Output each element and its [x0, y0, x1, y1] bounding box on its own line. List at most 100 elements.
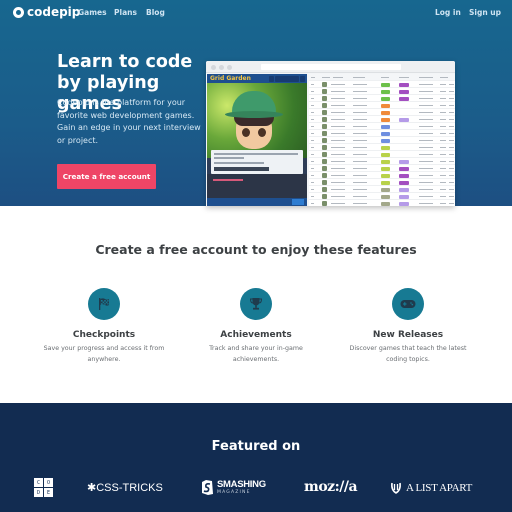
table-cell — [440, 188, 446, 190]
table-cell — [440, 125, 446, 127]
codepip-logo-icon — [13, 6, 24, 18]
sprite-icon — [322, 166, 327, 171]
nav-link-blog[interactable]: Blog — [146, 8, 165, 17]
table-cell — [331, 111, 345, 113]
feature-achievements: Achievements Track and share your in-gam… — [186, 288, 326, 365]
table-cell — [353, 195, 367, 197]
table-cell — [419, 132, 433, 134]
type-badge — [399, 187, 409, 192]
table-cell — [353, 139, 367, 141]
header-cell — [333, 76, 343, 78]
featured-on-title: Featured on — [211, 439, 301, 454]
mozilla-logo[interactable]: moz://a — [304, 479, 358, 495]
feature-description: Discover games that teach the latest cod… — [349, 345, 467, 363]
type-badge — [399, 201, 409, 206]
nav-link-games[interactable]: Games — [78, 8, 107, 17]
sprite-icon — [322, 138, 327, 143]
smashing-sub-text: MAGAZINE — [217, 489, 251, 495]
type-badge — [399, 194, 409, 199]
table-cell — [419, 118, 433, 120]
code-letter: O — [44, 478, 53, 487]
table-row — [309, 186, 455, 193]
checkered-flag-icon — [88, 288, 120, 320]
type-badge — [381, 96, 390, 101]
type-badge — [399, 166, 409, 171]
login-link[interactable]: Log in — [435, 8, 461, 17]
table-cell — [440, 104, 446, 106]
table-cell — [449, 118, 454, 120]
signup-link[interactable]: Sign up — [469, 8, 501, 17]
table-cell — [440, 160, 446, 162]
sprite-icon — [322, 194, 327, 199]
table-cell — [419, 83, 433, 85]
game-footer — [207, 198, 307, 206]
type-badge — [381, 138, 390, 143]
sprite-icon — [322, 82, 327, 87]
brand-name: codepip — [27, 5, 81, 19]
table-cell — [419, 202, 433, 204]
type-badge — [399, 96, 409, 101]
type-badge — [381, 180, 390, 185]
a-list-apart-logo[interactable]: A LIST APART — [390, 481, 472, 494]
table-cell — [353, 174, 367, 176]
table-cell — [311, 97, 314, 99]
table-cell — [419, 139, 433, 141]
sprite-icon — [322, 152, 327, 157]
game-character-scene — [207, 83, 307, 158]
table-cell — [353, 118, 367, 120]
table-cell — [419, 97, 433, 99]
sprite-icon — [322, 180, 327, 185]
code-letter: C — [34, 478, 43, 487]
dialog-line — [214, 157, 244, 159]
smashing-magazine-logo[interactable]: SMASHING MAGAZINE — [200, 479, 266, 496]
code-letter: E — [44, 488, 53, 497]
css-tricks-logo[interactable]: ✱CSS-TRICKS — [87, 481, 163, 494]
window-dot — [219, 65, 224, 70]
type-badge — [399, 173, 409, 178]
table-cell — [353, 167, 367, 169]
game-panel: Grid Garden — [207, 74, 307, 206]
table-cell — [449, 188, 454, 190]
sprite-icon — [322, 89, 327, 94]
table-cell — [449, 202, 454, 204]
table-row — [309, 158, 455, 165]
sprite-icon — [322, 96, 327, 101]
type-badge — [381, 152, 390, 157]
table-cell — [353, 153, 367, 155]
type-badge — [381, 82, 390, 87]
feature-checkpoints: Checkpoints Save your progress and acces… — [34, 288, 174, 365]
table-cell — [311, 90, 314, 92]
table-cell — [311, 160, 314, 162]
create-account-button[interactable]: Create a free account — [57, 164, 156, 189]
table-cell — [353, 160, 367, 162]
code-org-logo[interactable]: C O D E — [34, 478, 53, 497]
table-cell — [440, 97, 446, 99]
character-eye — [258, 128, 266, 137]
submit-button — [292, 199, 304, 205]
table-cell — [331, 125, 345, 127]
table-cell — [311, 202, 314, 204]
table-cell — [311, 139, 314, 141]
table-cell — [449, 181, 454, 183]
table-cell — [311, 83, 314, 85]
table-cell — [331, 202, 345, 204]
type-badge — [381, 173, 390, 178]
hero-description: Codepip is the platform for your favorit… — [57, 98, 201, 145]
featured-on-section: Featured on C O D E ✱CSS-TRICKS SMASHING… — [0, 403, 512, 512]
sprite-icon — [322, 117, 327, 122]
sprite-icon — [322, 173, 327, 178]
next-level-icon — [300, 75, 305, 82]
type-badge — [399, 159, 409, 164]
table-cell — [449, 167, 454, 169]
brand-logo[interactable]: codepip — [13, 5, 80, 19]
table-cell — [353, 111, 367, 113]
nav-link-plans[interactable]: Plans — [114, 8, 137, 17]
header-cell — [419, 76, 433, 78]
table-header — [309, 74, 455, 81]
table-row — [309, 81, 455, 88]
table-cell — [311, 118, 314, 120]
table-cell — [440, 181, 446, 183]
mozilla-text: moz://a — [304, 479, 358, 495]
type-badge — [399, 82, 409, 87]
header-cell — [353, 76, 365, 78]
